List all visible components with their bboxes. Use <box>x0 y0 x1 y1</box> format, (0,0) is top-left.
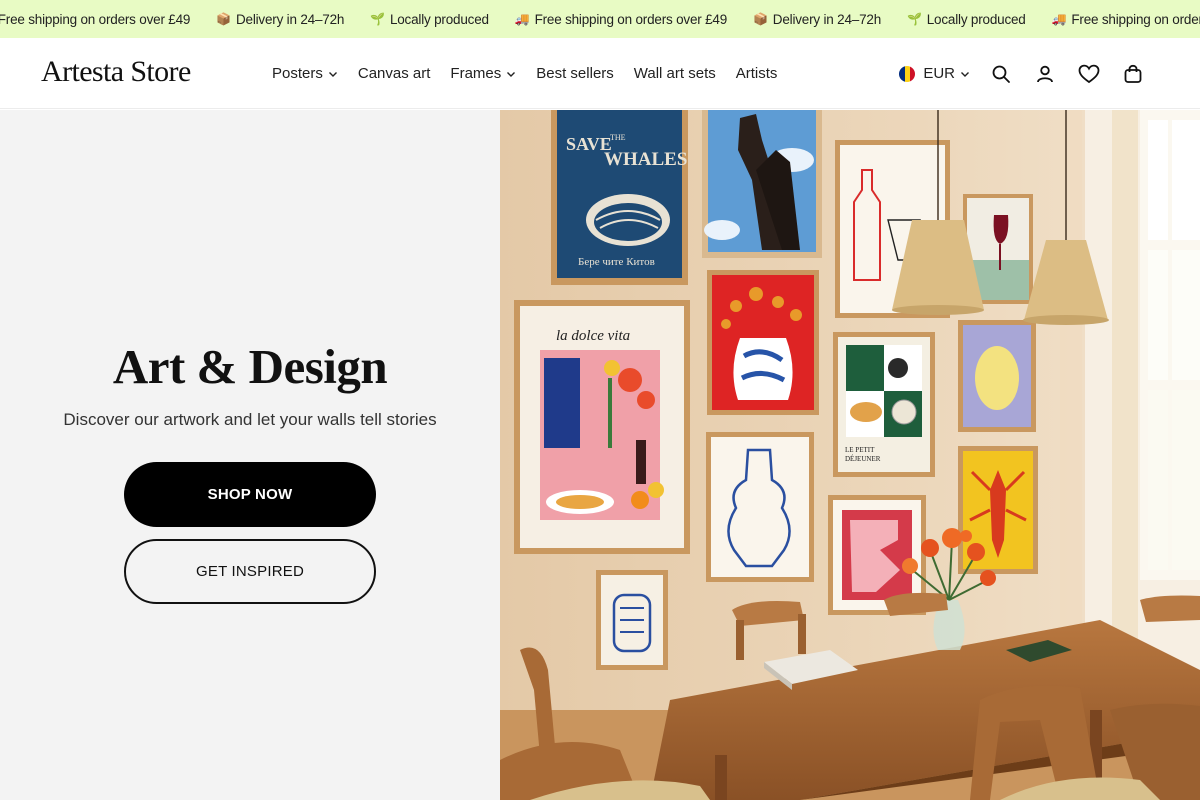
whales-poster-bottom: Бере чите Китов <box>578 256 655 268</box>
announcement-track: 🚚 Free shipping on orders over £49 📦 Delive… <box>0 0 1200 38</box>
nav-item-label: Canvas art <box>357 65 431 82</box>
nav-item-label: Best sellers <box>536 65 614 82</box>
nav-item-frames[interactable]: Frames <box>450 65 516 82</box>
announcement-text: Delivery in 24–72h <box>772 11 881 27</box>
shop-now-button[interactable]: SHOP NOW <box>124 462 376 527</box>
dolce-poster-title: la dolce vita <box>556 328 630 344</box>
account-icon[interactable] <box>1034 63 1056 85</box>
whales-poster-line2: WHALES <box>604 149 687 170</box>
poster-save-the-whales: SAVE THE WHALES Бере чите Китов <box>551 110 688 285</box>
announcement-text: Delivery in 24–72h <box>235 11 345 27</box>
flag-stripe <box>909 65 916 82</box>
gallery-wall-dining-room-image: SAVE THE WHALES Бере чите Китов la dolce… <box>500 110 1200 800</box>
package-icon: 📦 <box>753 12 768 26</box>
chevron-down-icon <box>961 71 969 77</box>
nav-item-artists[interactable]: Artists <box>736 65 778 82</box>
wishlist-heart-icon[interactable] <box>1078 63 1100 85</box>
breakfast-poster-line1: LE PETIT <box>845 446 875 454</box>
search-icon[interactable] <box>990 63 1012 85</box>
poster-red-vase <box>707 270 819 415</box>
nav-item-label: Wall art sets <box>633 65 716 82</box>
announcement-item: 📦 Delivery in 24–72h <box>216 12 344 27</box>
announcement-item: 📦 Delivery in 24–72h <box>753 12 881 27</box>
header-utilities: EUR <box>899 38 1144 109</box>
whales-poster-small: THE <box>610 133 626 142</box>
announcement-text: Locally produced <box>926 11 1026 27</box>
announcement-item: 🌱 Locally produced <box>370 12 489 27</box>
poster-sardine-tin <box>596 570 668 670</box>
announcement-text: Locally produced <box>389 11 489 27</box>
announcement-item: 🚚Free shipping on orders over £49 <box>0 12 190 27</box>
announcement-bar: 🚚 Free shipping on orders over £49 📦 Delive… <box>0 0 1200 38</box>
poster-blue-line-vase <box>706 432 814 582</box>
main-nav: Posters Canvas art Frames Best sellers W… <box>272 38 797 109</box>
get-inspired-button[interactable]: GET INSPIRED <box>124 539 376 604</box>
announcement-item: 🌱 Locally produced <box>907 12 1026 27</box>
seedling-icon: 🌱 <box>370 12 385 26</box>
truck-icon: 🚚 <box>514 12 530 26</box>
announcement-text: Free shipping on orders over £49 <box>1071 11 1200 27</box>
poster-le-petit-dejeuner: LE PETIT DÉJEUNER <box>833 332 935 477</box>
breakfast-poster-line2: DÉJEUNER <box>845 455 881 463</box>
site-header: Artesta Store Posters Canvas art Frames … <box>0 38 1200 109</box>
package-icon: 📦 <box>216 12 231 26</box>
nav-item-label: Posters <box>272 65 323 82</box>
announcement-text: Free shipping on orders over £49 <box>0 11 191 27</box>
nav-item-wall-art-sets[interactable]: Wall art sets <box>634 65 716 82</box>
poster-hand-sky <box>702 110 822 258</box>
hero-image: SAVE THE WHALES Бере чите Китов la dolce… <box>500 110 1200 800</box>
store-logo[interactable]: Artesta Store <box>41 55 191 89</box>
nav-item-label: Artists <box>735 65 778 82</box>
currency-code: EUR <box>923 65 955 82</box>
nav-item-label: Frames <box>450 65 502 82</box>
nav-item-best-sellers[interactable]: Best sellers <box>536 65 614 82</box>
announcement-text: Free shipping on orders over £49 <box>534 11 728 27</box>
hero-subtitle: Discover our artwork and let your walls … <box>63 410 437 429</box>
hero-title: Art & Design <box>112 339 388 394</box>
truck-icon: 🚚 <box>1051 12 1067 26</box>
cart-bag-icon[interactable] <box>1122 63 1144 85</box>
currency-selector[interactable]: EUR <box>899 65 970 82</box>
announcement-item: 🚚 Free shipping on orders over £49 <box>1052 12 1200 27</box>
chevron-down-icon <box>507 71 516 77</box>
announcement-item: 🚚 Free shipping on orders over £49 <box>515 12 727 27</box>
hero-text-panel: Art & Design Discover our artwork and le… <box>0 110 500 800</box>
chevron-down-icon <box>328 71 337 77</box>
poster-lemon <box>958 320 1036 432</box>
flag-icon <box>899 65 916 82</box>
poster-la-dolce-vita: la dolce vita <box>514 300 690 554</box>
nav-item-canvas-art[interactable]: Canvas art <box>358 65 431 82</box>
seedling-icon: 🌱 <box>907 12 922 26</box>
nav-item-posters[interactable]: Posters <box>272 65 338 82</box>
